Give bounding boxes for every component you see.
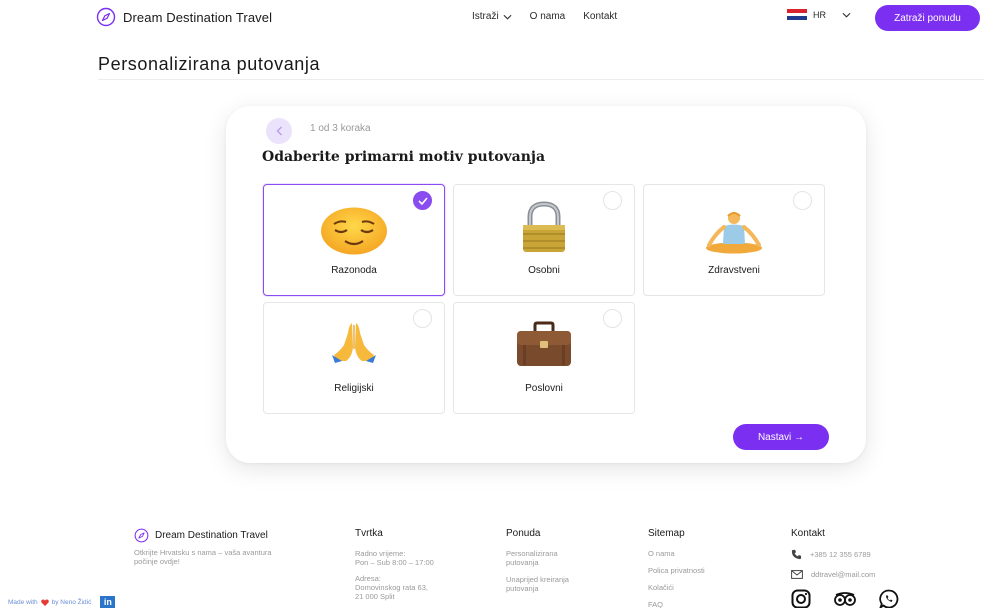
option-razonoda[interactable]: Razonoda bbox=[263, 184, 445, 296]
main-nav: Istraži O nama Kontakt bbox=[472, 11, 617, 22]
footer-brand-column: Dream Destination Travel Otkrijte Hrvats… bbox=[134, 528, 294, 566]
email-address: ddtravel@mail.com bbox=[811, 570, 876, 579]
footer-brand-name: Dream Destination Travel bbox=[155, 530, 268, 541]
option-label: Poslovni bbox=[525, 383, 563, 394]
made-with-badge[interactable]: Made with by Neno Židić in bbox=[8, 596, 116, 608]
footer-company-column: Tvrtka Radno vrijeme: Pon – Sub 8:00 – 1… bbox=[355, 528, 475, 601]
footer-link[interactable]: Polica privatnosti bbox=[648, 566, 748, 575]
back-button[interactable] bbox=[266, 118, 292, 144]
briefcase-icon bbox=[517, 321, 571, 366]
linkedin-icon[interactable]: in bbox=[100, 596, 116, 608]
option-radio[interactable] bbox=[793, 191, 812, 210]
footer-sitemap-column: Sitemap O nama Polica privatnosti Kolači… bbox=[648, 528, 748, 608]
phone-number: +385 12 355 6789 bbox=[810, 550, 871, 559]
language-code: HR bbox=[813, 9, 826, 20]
padlock-icon bbox=[523, 201, 565, 252]
footer-link[interactable]: Personalizirana putovanja bbox=[506, 549, 591, 567]
divider bbox=[98, 79, 984, 80]
nav-item-istrazi[interactable]: Istraži bbox=[472, 11, 512, 22]
footer-heading: Ponuda bbox=[506, 528, 541, 539]
contact-email[interactable]: ddtravel@mail.com bbox=[791, 570, 941, 579]
option-radio[interactable] bbox=[413, 191, 432, 210]
footer-link[interactable]: O nama bbox=[648, 549, 748, 558]
option-label: Razonoda bbox=[331, 265, 377, 276]
phone-icon bbox=[791, 549, 802, 560]
request-offer-button[interactable]: Zatraži ponudu bbox=[875, 5, 980, 31]
tripadvisor-icon[interactable] bbox=[833, 589, 857, 608]
chevron-left-icon bbox=[276, 126, 282, 136]
brand-logo[interactable]: Dream Destination Travel bbox=[96, 7, 272, 27]
footer-link[interactable]: Kolačići bbox=[648, 583, 748, 592]
checkmark-icon bbox=[417, 196, 428, 205]
nav-label: Istraži bbox=[472, 11, 499, 22]
address-line: Domovinskog rata 63, bbox=[355, 583, 428, 592]
footer-link[interactable]: FAQ bbox=[648, 600, 748, 608]
brand-name: Dream Destination Travel bbox=[123, 9, 273, 25]
footer-contact-column: Kontakt +385 12 355 6789 ddtravel@mail.c… bbox=[791, 528, 941, 608]
nav-label: Kontakt bbox=[583, 11, 618, 22]
relieved-face-icon bbox=[321, 207, 387, 255]
heart-icon bbox=[40, 598, 49, 606]
option-radio[interactable] bbox=[413, 309, 432, 328]
nav-label: O nama bbox=[529, 11, 566, 22]
wizard-card: 1 od 3 koraka Odaberite primarni motiv p… bbox=[226, 106, 866, 463]
step-indicator: 1 od 3 koraka bbox=[310, 123, 371, 134]
footer-heading: Tvrtka bbox=[355, 528, 383, 539]
footer-link[interactable]: Unaprijed kreiranja putovanja bbox=[506, 575, 591, 593]
hours-value: Pon – Sub 8:00 – 17:00 bbox=[355, 558, 434, 567]
contact-phone[interactable]: +385 12 355 6789 bbox=[791, 549, 941, 560]
footer-offer-column: Ponuda Personalizirana putovanja Unaprij… bbox=[506, 528, 606, 601]
compass-logo-icon bbox=[134, 528, 149, 543]
option-label: Osobni bbox=[528, 265, 560, 276]
social-links bbox=[791, 589, 941, 608]
nav-item-o-nama[interactable]: O nama bbox=[530, 11, 566, 22]
mail-icon bbox=[791, 570, 803, 579]
yoga-person-icon bbox=[706, 212, 762, 254]
address-label: Adresa: bbox=[355, 574, 381, 583]
language-selector[interactable]: HR bbox=[787, 9, 851, 21]
continue-button[interactable]: Nastavi → bbox=[733, 424, 829, 450]
praying-hands-icon bbox=[332, 323, 376, 363]
instagram-icon[interactable] bbox=[791, 589, 811, 608]
question-heading: Odaberite primarni motiv putovanja bbox=[262, 149, 546, 165]
hours-label: Radno vrijeme: bbox=[355, 549, 406, 558]
option-label: Zdravstveni bbox=[708, 265, 760, 276]
croatian-flag-icon bbox=[787, 9, 807, 21]
option-zdravstveni[interactable]: Zdravstveni bbox=[643, 184, 825, 296]
made-with-prefix: Made with bbox=[8, 598, 38, 606]
site-footer: Dream Destination Travel Otkrijte Hrvats… bbox=[0, 528, 984, 608]
address-line: 21 000 Split bbox=[355, 592, 395, 601]
footer-heading: Sitemap bbox=[648, 528, 685, 539]
footer-heading: Kontakt bbox=[791, 528, 825, 539]
option-radio[interactable] bbox=[603, 309, 622, 328]
chevron-down-icon bbox=[842, 12, 851, 18]
page-title: Personalizirana putovanja bbox=[98, 54, 321, 74]
option-osobni[interactable]: Osobni bbox=[453, 184, 635, 296]
site-header: Dream Destination Travel Istraži O nama … bbox=[0, 0, 984, 36]
option-label: Religijski bbox=[334, 383, 374, 394]
option-radio[interactable] bbox=[603, 191, 622, 210]
footer-logo[interactable]: Dream Destination Travel bbox=[134, 528, 294, 543]
nav-item-kontakt[interactable]: Kontakt bbox=[583, 11, 617, 22]
compass-logo-icon bbox=[96, 7, 116, 27]
whatsapp-icon[interactable] bbox=[879, 589, 899, 608]
made-with-author: by Neno Židić bbox=[51, 598, 92, 606]
option-religijski[interactable]: Religijski bbox=[263, 302, 445, 414]
chevron-down-icon bbox=[503, 14, 512, 20]
footer-tagline: Otkrijte Hrvatsku s nama – vaša avantura… bbox=[134, 548, 272, 566]
option-poslovni[interactable]: Poslovni bbox=[453, 302, 635, 414]
